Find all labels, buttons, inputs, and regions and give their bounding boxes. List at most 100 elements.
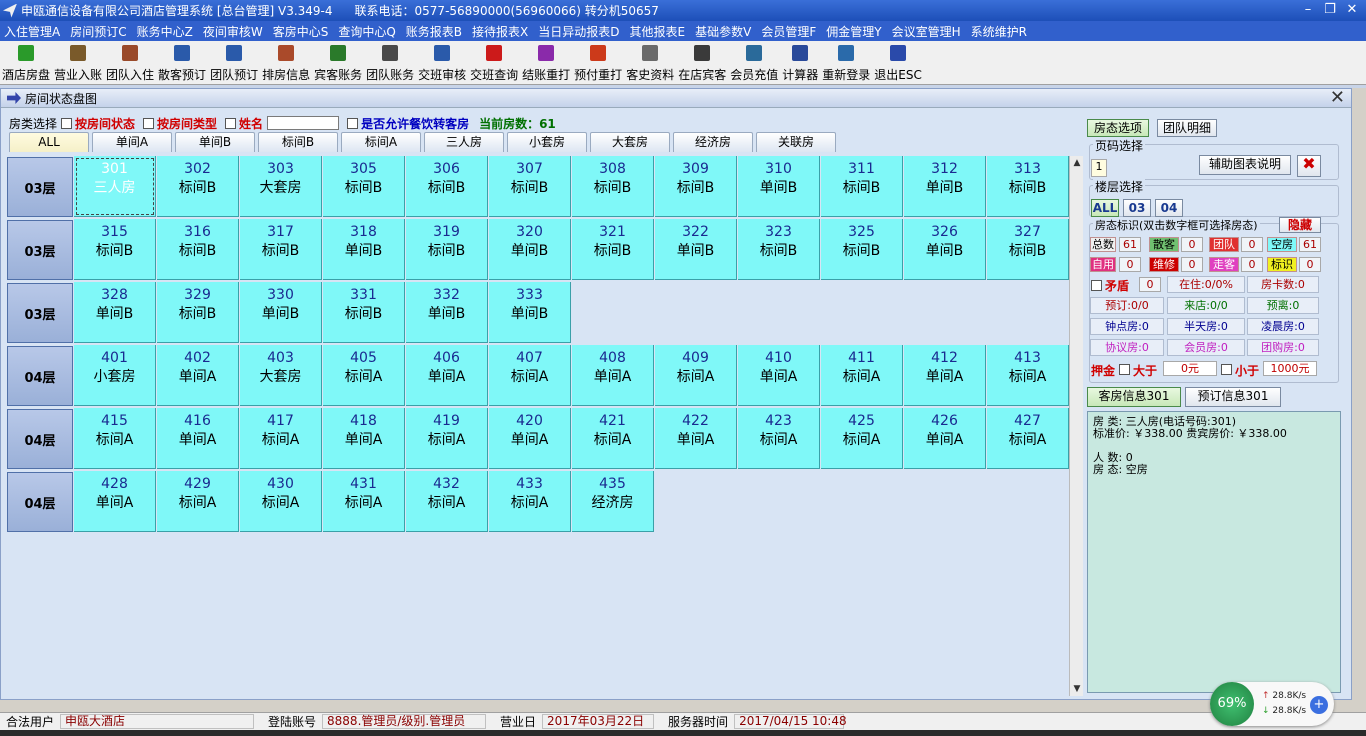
toolbar-button-9[interactable]: 交班查询	[468, 42, 520, 84]
room-cell-331[interactable]: 331 标间B	[323, 282, 405, 343]
restore-icon[interactable]: ❐	[1318, 0, 1342, 21]
name-checkbox[interactable]	[225, 117, 237, 129]
room-cell-409[interactable]: 409 标间A	[655, 345, 737, 406]
tab-3[interactable]: 标间B	[258, 132, 338, 152]
room-cell-431[interactable]: 431 标间A	[323, 471, 405, 532]
room-cell-310[interactable]: 310 单间B	[738, 156, 820, 217]
room-cell-327[interactable]: 327 标间B	[987, 219, 1069, 280]
room-cell-323[interactable]: 323 标间B	[738, 219, 820, 280]
room-cell-421[interactable]: 421 标间A	[572, 408, 654, 469]
toolbar-button-14[interactable]: 会员充值	[728, 42, 780, 84]
room-cell-318[interactable]: 318 单间B	[323, 219, 405, 280]
menu-item-5[interactable]: 查询中心Q	[338, 23, 395, 40]
room-cell-315[interactable]: 315 标间B	[74, 219, 156, 280]
team-detail-button[interactable]: 团队明细	[1157, 119, 1217, 137]
menu-item-3[interactable]: 夜间审核W	[203, 23, 263, 40]
room-cell-430[interactable]: 430 标间A	[240, 471, 322, 532]
latenight-stat[interactable]: 凌晨房:0	[1247, 318, 1319, 335]
room-cell-301[interactable]: 301 三人房	[74, 156, 156, 217]
toolbar-button-15[interactable]: 计算器	[780, 42, 820, 84]
room-cell-326[interactable]: 326 单间B	[904, 219, 986, 280]
room-cell-410[interactable]: 410 单间A	[738, 345, 820, 406]
room-cell-333[interactable]: 333 单间B	[489, 282, 571, 343]
reserve-stat[interactable]: 预订:0/0	[1090, 297, 1164, 314]
scroll-down-icon[interactable]: ▼	[1070, 682, 1084, 696]
menu-item-4[interactable]: 客房中心S	[273, 23, 329, 40]
menu-item-9[interactable]: 其他报表E	[630, 23, 686, 40]
memory-usage-gauge[interactable]: 69%	[1210, 682, 1254, 726]
room-options-button[interactable]: 房态选项	[1087, 119, 1149, 137]
minimize-icon[interactable]: –	[1296, 0, 1320, 21]
depart-stat[interactable]: 预离:0	[1247, 297, 1319, 314]
menu-item-1[interactable]: 房间预订C	[70, 23, 126, 40]
menu-item-6[interactable]: 账务报表B	[406, 23, 462, 40]
room-cell-420[interactable]: 420 单间A	[489, 408, 571, 469]
conflict-value[interactable]: 0	[1139, 277, 1161, 292]
guest-info-button[interactable]: 客房信息301	[1087, 387, 1181, 407]
tab-2[interactable]: 单间B	[175, 132, 255, 152]
groupbuy-stat[interactable]: 团购房:0	[1247, 339, 1319, 356]
room-cell-308[interactable]: 308 标间B	[572, 156, 654, 217]
room-cell-416[interactable]: 416 单间A	[157, 408, 239, 469]
menu-item-0[interactable]: 入住管理A	[4, 23, 60, 40]
room-cell-415[interactable]: 415 标间A	[74, 408, 156, 469]
room-cell-325[interactable]: 325 标间B	[821, 219, 903, 280]
chart-legend-button[interactable]: 辅助图表说明	[1199, 155, 1291, 175]
menu-item-7[interactable]: 接待报表X	[472, 23, 528, 40]
toolbar-button-3[interactable]: 散客预订	[156, 42, 208, 84]
room-cell-330[interactable]: 330 单间B	[240, 282, 322, 343]
gt-value-input[interactable]: 0元	[1163, 361, 1217, 376]
arrive-stat[interactable]: 来店:0/0	[1167, 297, 1245, 314]
by-type-checkbox[interactable]	[143, 117, 155, 129]
hourly-stat[interactable]: 钟点房:0	[1090, 318, 1164, 335]
room-cell-312[interactable]: 312 单间B	[904, 156, 986, 217]
room-cell-405[interactable]: 405 标间A	[323, 345, 405, 406]
close-icon[interactable]: ✕	[1340, 0, 1364, 21]
tab-4[interactable]: 标间A	[341, 132, 421, 152]
toolbar-button-4[interactable]: 团队预订	[208, 42, 260, 84]
room-cell-435[interactable]: 435 经济房	[572, 471, 654, 532]
room-cell-328[interactable]: 328 单间B	[74, 282, 156, 343]
toolbar-button-5[interactable]: 排房信息	[260, 42, 312, 84]
toolbar-button-7[interactable]: 团队账务	[364, 42, 416, 84]
boost-plus-icon[interactable]: +	[1310, 696, 1328, 714]
room-cell-307[interactable]: 307 标间B	[489, 156, 571, 217]
toolbar-button-10[interactable]: 结账重打	[520, 42, 572, 84]
toolbar-button-1[interactable]: 营业入账	[52, 42, 104, 84]
menu-item-14[interactable]: 系统维护R	[971, 23, 1027, 40]
room-cell-411[interactable]: 411 标间A	[821, 345, 903, 406]
member-stat[interactable]: 会员房:0	[1167, 339, 1245, 356]
occupancy-stat[interactable]: 在住:0/0%	[1167, 276, 1245, 293]
close-panel-icon[interactable]: ✖	[1297, 155, 1321, 177]
room-cell-419[interactable]: 419 标间A	[406, 408, 488, 469]
vacant-value[interactable]: 61	[1299, 237, 1321, 252]
room-cell-311[interactable]: 311 标间B	[821, 156, 903, 217]
floor-button-2[interactable]: 04	[1155, 199, 1183, 217]
room-cell-427[interactable]: 427 标间A	[987, 408, 1069, 469]
gt-checkbox[interactable]	[1119, 364, 1130, 375]
self-use-value[interactable]: 0	[1119, 257, 1141, 272]
floor-button-1[interactable]: 03	[1123, 199, 1151, 217]
wander-value[interactable]: 0	[1241, 257, 1263, 272]
hide-button[interactable]: 隐藏	[1279, 217, 1321, 233]
room-cell-408[interactable]: 408 单间A	[572, 345, 654, 406]
menu-item-13[interactable]: 会议室管理H	[892, 23, 961, 40]
menu-item-2[interactable]: 账务中心Z	[137, 23, 193, 40]
room-cell-422[interactable]: 422 单间A	[655, 408, 737, 469]
group-value[interactable]: 0	[1241, 237, 1263, 252]
mark-value[interactable]: 0	[1299, 257, 1321, 272]
tab-6[interactable]: 小套房	[507, 132, 587, 152]
repair-value[interactable]: 0	[1181, 257, 1203, 272]
toolbar-button-11[interactable]: 预付重打	[572, 42, 624, 84]
tab-0[interactable]: ALL	[9, 132, 89, 152]
room-cell-320[interactable]: 320 单间B	[489, 219, 571, 280]
room-cell-329[interactable]: 329 标间B	[157, 282, 239, 343]
room-cell-302[interactable]: 302 标间B	[157, 156, 239, 217]
toolbar-button-12[interactable]: 客史资料	[624, 42, 676, 84]
tab-7[interactable]: 大套房	[590, 132, 670, 152]
total-value[interactable]: 61	[1119, 237, 1141, 252]
room-cell-319[interactable]: 319 标间B	[406, 219, 488, 280]
conflict-checkbox[interactable]	[1091, 280, 1102, 291]
room-cell-306[interactable]: 306 标间B	[406, 156, 488, 217]
room-grid-scrollbar[interactable]: ▲ ▼	[1069, 156, 1083, 696]
